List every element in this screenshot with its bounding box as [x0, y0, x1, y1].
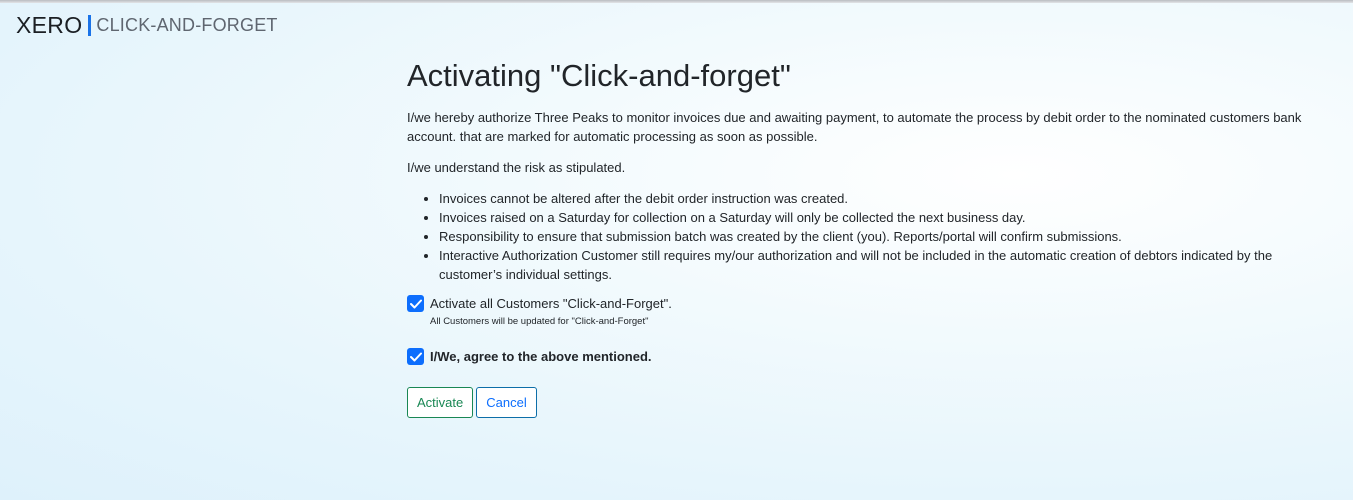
list-item: Invoices cannot be altered after the deb… [439, 189, 1307, 208]
risk-list: Invoices cannot be altered after the deb… [407, 189, 1307, 284]
activate-button[interactable]: Activate [407, 387, 474, 418]
page-title: Activating "Click-and-forget" [407, 58, 791, 93]
app-header: XERO CLICK-AND-FORGET [16, 11, 278, 39]
list-item: Invoices raised on a Saturday for collec… [439, 208, 1307, 227]
brand-divider [88, 14, 92, 36]
activate-all-checkbox[interactable] [407, 295, 424, 312]
brand-subtitle: CLICK-AND-FORGET [96, 14, 278, 35]
agree-row[interactable]: I/We, agree to the above mentioned. [407, 347, 1307, 366]
authorization-paragraph: I/we hereby authorize Three Peaks to mon… [407, 110, 1302, 144]
list-item: Responsibility to ensure that submission… [439, 227, 1307, 246]
list-item: Interactive Authorization Customer still… [439, 246, 1307, 284]
action-buttons: Activate Cancel [407, 387, 1307, 418]
brand-logo-text: XERO [16, 11, 83, 38]
activate-all-row[interactable]: Activate all Customers "Click-and-Forget… [407, 294, 1307, 313]
activate-all-help-text: All Customers will be updated for "Click… [430, 316, 649, 327]
cancel-button[interactable]: Cancel [476, 387, 537, 418]
agree-checkbox[interactable] [407, 348, 424, 365]
activate-all-label[interactable]: Activate all Customers "Click-and-Forget… [430, 294, 672, 313]
checkmark-icon [409, 299, 422, 308]
risk-paragraph: I/we understand the risk as stipulated. [407, 160, 626, 175]
top-border [0, 0, 1353, 3]
main-content: Activating "Click-and-forget" I/we hereb… [407, 56, 1307, 418]
activate-all-group: Activate all Customers "Click-and-Forget… [407, 294, 1307, 328]
checkmark-icon [409, 352, 422, 361]
agree-label[interactable]: I/We, agree to the above mentioned. [430, 347, 652, 366]
